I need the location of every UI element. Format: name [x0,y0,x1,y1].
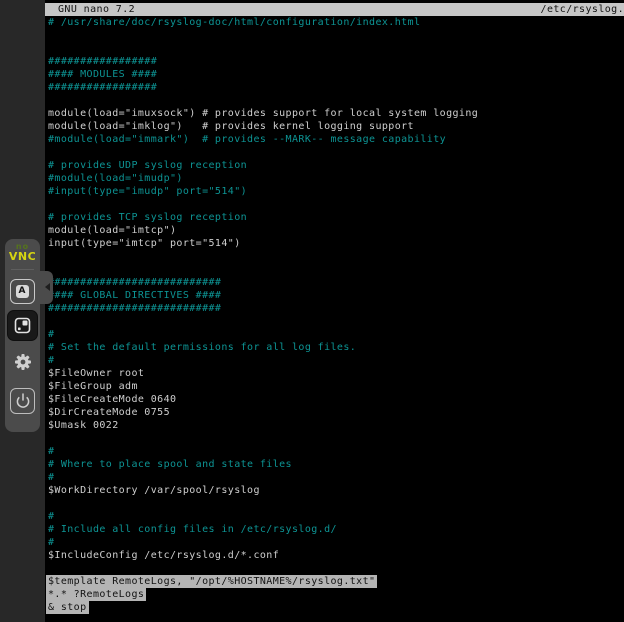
nano-filename-label: /etc/rsyslog. [541,3,624,16]
terminal-line [45,94,624,107]
gear-icon [10,349,35,375]
terminal-line: # provides UDP syslog reception [45,159,624,172]
terminal-window: GNU nano 7.2 /etc/rsyslog. # /usr/share/… [45,0,624,622]
terminal-line: # Where to place spool and state files [45,458,624,471]
terminal-line: # [45,536,624,549]
terminal-line: # [45,471,624,484]
keyboard-button[interactable]: A [10,279,35,304]
terminal-line: # [45,354,624,367]
terminal-line: # Include all config files in /etc/rsysl… [45,523,624,536]
terminal-line: $WorkDirectory /var/spool/rsyslog [45,484,624,497]
terminal-line: # Set the default permissions for all lo… [45,341,624,354]
power-button[interactable] [10,388,35,414]
terminal-line: $FileCreateMode 0640 [45,393,624,406]
terminal-line: $FileGroup adm [45,380,624,393]
terminal-line [45,198,624,211]
power-icon [11,389,34,413]
nano-version-label: GNU nano 7.2 [58,3,135,16]
nano-titlebar: GNU nano 7.2 /etc/rsyslog. [45,3,624,16]
terminal-line [45,497,624,510]
terminal-line [45,250,624,263]
terminal-line: module(load="imuxsock") # provides suppo… [45,107,624,120]
terminal-line [45,146,624,159]
terminal-line [45,29,624,42]
novnc-logo: no VNC [5,243,40,262]
terminal-line: $FileOwner root [45,367,624,380]
terminal-line [45,315,624,328]
terminal-line: # [45,510,624,523]
terminal-line: *.* ?RemoteLogs [45,588,624,601]
nano-buffer[interactable]: # /usr/share/doc/rsyslog-doc/html/config… [45,16,624,614]
terminal-line [45,562,624,575]
novnc-logo-vnc: VNC [5,251,40,262]
terminal-line [45,263,624,276]
terminal-line: ########################### [45,302,624,315]
terminal-line: ########################### [45,276,624,289]
terminal-line: $Umask 0022 [45,419,624,432]
keyboard-key-icon: A [16,285,29,298]
terminal-line: input(type="imtcp" port="514") [45,237,624,250]
terminal-line: # [45,445,624,458]
collapse-arrow-icon [45,283,50,291]
terminal-line: #### GLOBAL DIRECTIVES #### [45,289,624,302]
terminal-line: ################# [45,55,624,68]
fullscreen-button[interactable] [7,310,38,341]
terminal-line: # provides TCP syslog reception [45,211,624,224]
control-bar-handle[interactable] [38,271,53,304]
terminal-line: $template RemoteLogs, "/opt/%HOSTNAME%/r… [45,575,624,588]
terminal-line: module(load="imtcp") [45,224,624,237]
screen: GNU nano 7.2 /etc/rsyslog. # /usr/share/… [0,0,624,622]
terminal-line: ################# [45,81,624,94]
terminal-line [45,42,624,55]
terminal-line: #input(type="imudp" port="514") [45,185,624,198]
terminal-line: $DirCreateMode 0755 [45,406,624,419]
terminal-line: # [45,328,624,341]
fullscreen-icon [8,311,37,340]
terminal-line: # /usr/share/doc/rsyslog-doc/html/config… [45,16,624,29]
terminal-line [45,432,624,445]
terminal-line: $IncludeConfig /etc/rsyslog.d/*.conf [45,549,624,562]
terminal-line: #module(load="immark") # provides --MARK… [45,133,624,146]
settings-button[interactable] [10,349,35,375]
terminal-line: #module(load="imudp") [45,172,624,185]
panel-divider [11,269,34,270]
novnc-control-bar: no VNC A [5,239,40,432]
terminal-line: module(load="imklog") # provides kernel … [45,120,624,133]
terminal-line: #### MODULES #### [45,68,624,81]
terminal-line: & stop [45,601,624,614]
